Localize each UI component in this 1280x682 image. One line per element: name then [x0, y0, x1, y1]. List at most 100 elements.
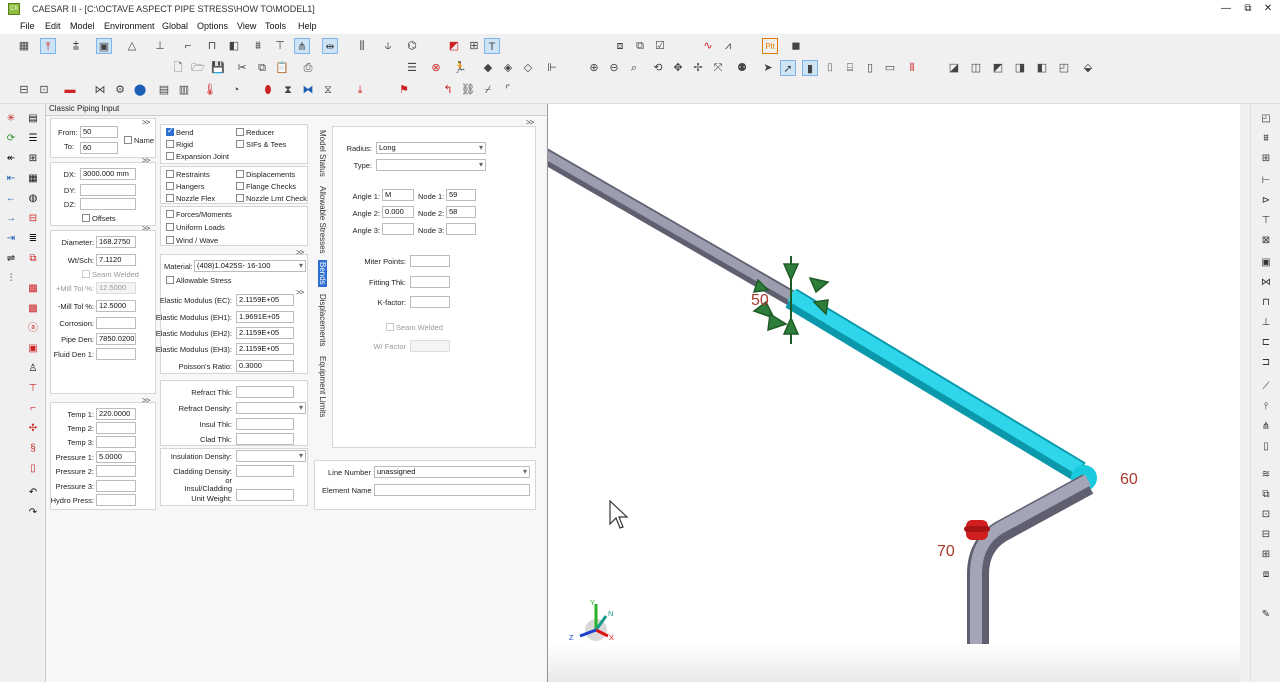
print-icon[interactable]: ⎙	[300, 60, 316, 76]
flange-tool-icon[interactable]: ⌐	[180, 38, 196, 54]
ec-input[interactable]: 2.1159E+05	[236, 294, 294, 306]
text-tool-icon[interactable]: T	[484, 38, 500, 54]
figure-icon[interactable]: ♙	[26, 362, 40, 376]
spectrum-icon[interactable]: ⩘	[720, 38, 736, 54]
restraints-checkbox[interactable]	[166, 170, 174, 178]
angle3-input[interactable]	[382, 223, 414, 235]
expand-material-button[interactable]: >>	[296, 248, 304, 257]
expand-nodes-button[interactable]: >>	[142, 118, 150, 127]
valve-tool-icon[interactable]: ⊓	[204, 38, 220, 54]
monitor-icon[interactable]: ⊡	[36, 82, 52, 98]
rigid-checkbox[interactable]	[166, 140, 174, 148]
screen-icon[interactable]: ▣	[26, 342, 40, 356]
paste-icon[interactable]: 📋	[274, 60, 290, 76]
anchor-tool-icon[interactable]: △	[124, 38, 140, 54]
menu-tools[interactable]: Tools	[265, 21, 286, 31]
joint-icon[interactable]: ⧗	[280, 82, 296, 98]
refract-thk-input[interactable]	[236, 386, 294, 398]
break-icon[interactable]: ⌿	[480, 82, 496, 98]
segment-icon[interactable]: ⩩	[1259, 132, 1273, 146]
front-view-icon[interactable]: ◫	[968, 60, 984, 76]
branch-right-icon[interactable]: ⋔	[1259, 420, 1273, 434]
side-view-icon[interactable]: ◰	[1056, 60, 1072, 76]
fitting-icon[interactable]: ⬮	[260, 82, 276, 98]
k-factor-input[interactable]	[410, 296, 450, 308]
menu-file[interactable]: File	[20, 21, 35, 31]
dy-input[interactable]	[80, 184, 136, 196]
clad-thk-input[interactable]	[236, 433, 294, 445]
table-icon[interactable]: ▦	[26, 172, 40, 186]
back-view-icon[interactable]: ◩	[990, 60, 1006, 76]
guide-tool-icon[interactable]: ⊥	[152, 38, 168, 54]
link-icon[interactable]: ⛓	[460, 82, 476, 98]
displacements-checkbox[interactable]	[236, 170, 244, 178]
dx-input[interactable]: 3000.000 mm	[80, 168, 136, 180]
valve-icon[interactable]: ⋈	[92, 82, 108, 98]
temp1-input[interactable]: 220.0000	[96, 408, 136, 420]
tab-bends[interactable]: Bends	[318, 260, 327, 287]
fitting-thk-input[interactable]	[410, 276, 450, 288]
move-icon[interactable]: ✢	[690, 60, 706, 76]
anchor-right-icon[interactable]: ⊏	[1259, 336, 1273, 350]
save-icon[interactable]: 💾	[210, 60, 226, 76]
zoom-window-icon[interactable]: ⌕	[626, 60, 642, 76]
insul-thk-input[interactable]	[236, 418, 294, 430]
checklist-icon[interactable]: ☑	[652, 38, 668, 54]
refract-density-select[interactable]	[236, 402, 306, 414]
new-file-icon[interactable]: 🗋	[170, 60, 186, 76]
nozzle-tool-icon[interactable]: ◧	[226, 38, 242, 54]
globe-icon[interactable]: ◍	[26, 192, 40, 206]
insert-icon[interactable]: ⇌	[4, 252, 18, 266]
line-view-icon[interactable]: ▯	[862, 60, 878, 76]
to-node-input[interactable]: 60	[80, 142, 118, 154]
angle1-input[interactable]: M	[382, 189, 414, 201]
menu-view[interactable]: View	[237, 21, 256, 31]
chain-icon[interactable]: ⧉	[26, 252, 40, 266]
delete-icon[interactable]: ✳	[4, 112, 18, 126]
wl-factor-input[interactable]	[410, 340, 450, 352]
expand-pipe-button[interactable]: >>	[142, 224, 150, 233]
wtsch-input[interactable]: 7.1120	[96, 254, 136, 266]
load-right-icon[interactable]: ⊞	[1259, 548, 1273, 562]
node-icon[interactable]: ⧓	[300, 82, 316, 98]
snow-right-icon[interactable]: ⊡	[1259, 508, 1273, 522]
fluid-den-input[interactable]	[96, 348, 136, 360]
pump-icon[interactable]: ⚙	[112, 82, 128, 98]
display-tool-icon[interactable]: ▣	[96, 38, 112, 54]
wave-right-icon[interactable]: ⧉	[1259, 488, 1273, 502]
fit-icon[interactable]: ⤧	[710, 60, 726, 76]
support-right-icon[interactable]: ⊥	[1259, 316, 1273, 330]
pressure2-input[interactable]	[96, 465, 136, 477]
wind-right-icon[interactable]: ≋	[1259, 468, 1273, 482]
restore-button[interactable]: ⧉	[1238, 2, 1258, 16]
minus-mill-tol-input[interactable]: 12.5000	[96, 300, 136, 312]
cylinder-view-icon[interactable]: ⌷	[822, 60, 838, 76]
tee-right-icon[interactable]: ⊤	[1259, 214, 1273, 228]
valve-right-icon[interactable]: ⋈	[1259, 276, 1273, 290]
center-line-icon[interactable]: ▭	[882, 60, 898, 76]
menu-environment[interactable]: Environment	[104, 21, 155, 31]
corner-icon[interactable]: ⌜	[500, 82, 516, 98]
matrix-alt-icon[interactable]: ▩	[26, 302, 40, 316]
pipe-run-icon[interactable]: ⊞	[1259, 152, 1273, 166]
render-icon[interactable]: ◼	[788, 38, 804, 54]
monitor-right-icon[interactable]: ▣	[1259, 256, 1273, 270]
pan-icon[interactable]: ✥	[670, 60, 686, 76]
copy-icon[interactable]: ⧉	[254, 60, 270, 76]
piping-model-graphic[interactable]	[548, 104, 1240, 682]
cut-icon[interactable]: ✂	[234, 60, 250, 76]
refresh-icon[interactable]: ⟳	[4, 132, 18, 146]
select-element-icon[interactable]: ➚	[780, 60, 796, 76]
expand-icon[interactable]: ⊢	[1259, 174, 1273, 188]
tab-equipment-limits[interactable]: Equipment Limits	[318, 356, 327, 417]
cross-icon[interactable]: ✣	[26, 422, 40, 436]
spring-right-icon[interactable]: ⧈	[1259, 568, 1273, 582]
redo-icon[interactable]: ↷	[26, 506, 40, 520]
matrix-icon[interactable]: ▩	[26, 282, 40, 296]
document-icon[interactable]: ▤	[26, 112, 40, 126]
plot-icon[interactable]: Plt	[762, 38, 778, 54]
list-detail-icon[interactable]: ≣	[26, 232, 40, 246]
prev-element-icon[interactable]: ←	[4, 192, 18, 206]
support-icon[interactable]: ⤓	[352, 82, 368, 98]
node2-input[interactable]: 58	[446, 206, 476, 218]
